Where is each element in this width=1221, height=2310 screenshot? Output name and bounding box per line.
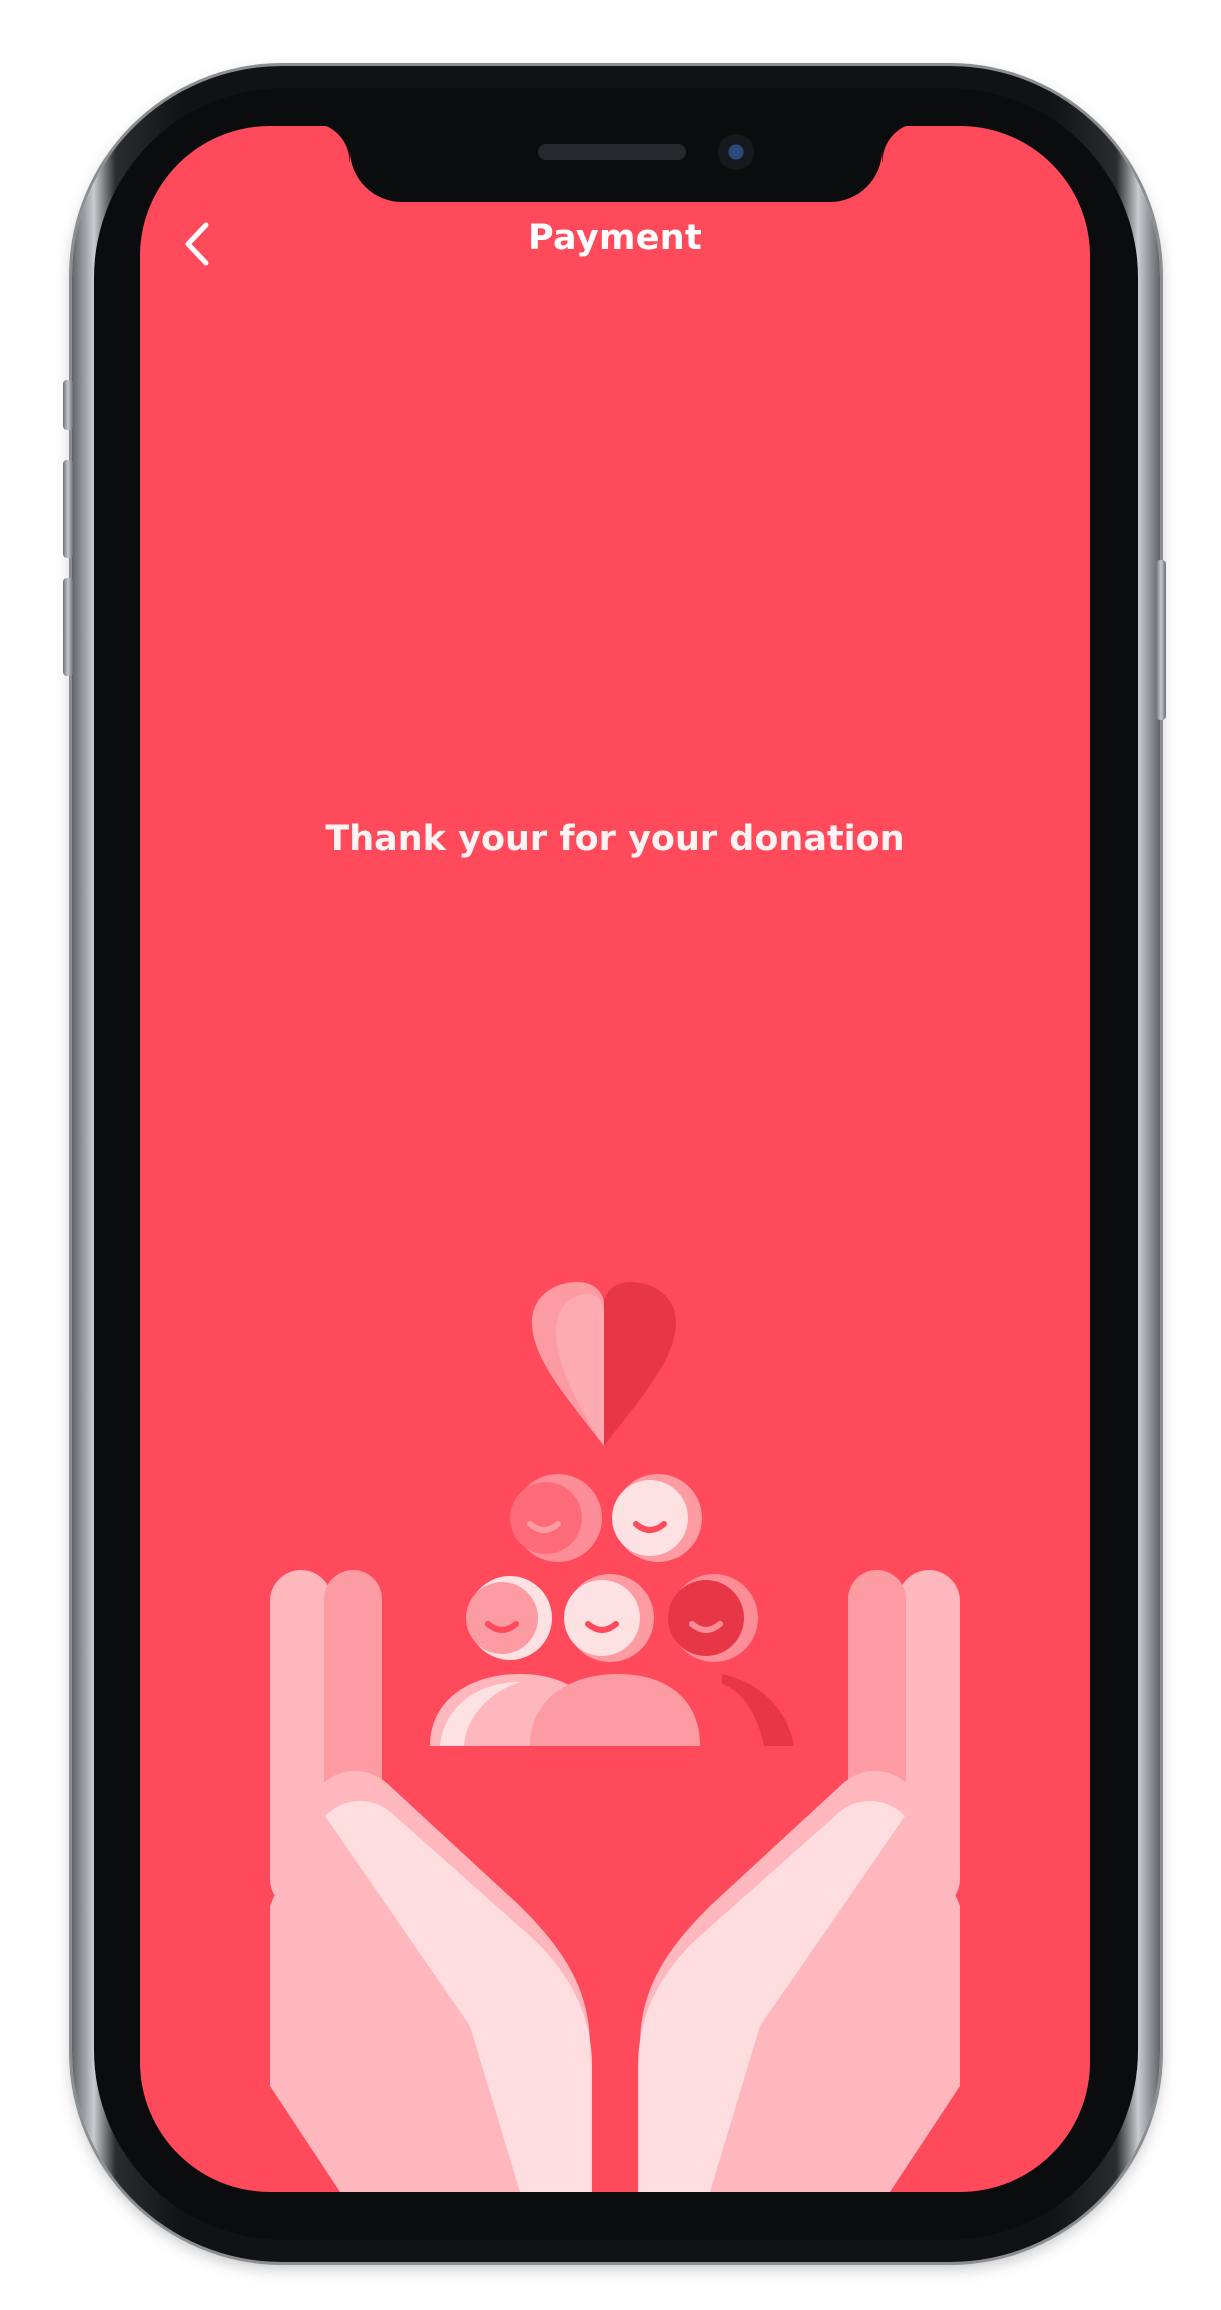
face-icon <box>612 1474 702 1562</box>
face-icon <box>564 1574 654 1662</box>
power-button <box>1156 560 1166 720</box>
screen: Payment Thank your for your donation <box>140 126 1090 2192</box>
mute-switch <box>63 380 73 430</box>
people-bodies <box>430 1674 794 1746</box>
face-icon <box>510 1474 602 1562</box>
donation-hands-icon <box>270 1282 960 2192</box>
right-hand-icon <box>638 1570 960 2192</box>
left-hand-icon <box>270 1570 592 2192</box>
app-window: Payment Thank your for your donation <box>0 0 1221 2310</box>
face-icon <box>466 1576 552 1660</box>
heart-icon <box>532 1282 676 1446</box>
face-icon <box>668 1574 758 1662</box>
volume-up-button <box>63 460 73 558</box>
volume-down-button <box>63 578 73 676</box>
